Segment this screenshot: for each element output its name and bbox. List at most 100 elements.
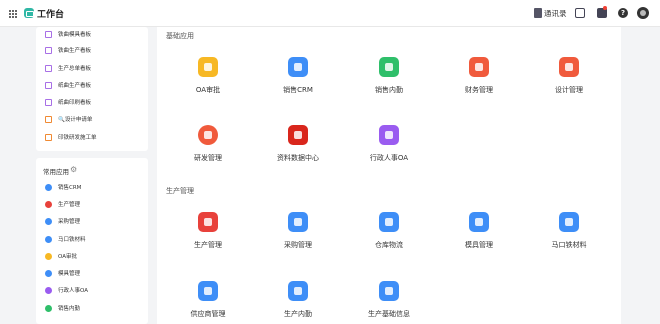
common-app-label: 生产管理 (58, 202, 81, 208)
board-item-label: 纸曲生产看板 (58, 83, 92, 89)
common-app-label: 马口铁材料 (58, 237, 86, 243)
finance-icon (469, 57, 489, 77)
group-title-production: 生产管理 (166, 187, 194, 195)
mold-icon (469, 212, 489, 232)
common-app-item[interactable]: 模具管理 (45, 266, 80, 280)
app-tile-mold[interactable]: 模具管理 (439, 212, 519, 260)
board-item[interactable]: 纸曲生产看板 (45, 78, 91, 92)
board-item[interactable]: 生产总单看板 (45, 61, 91, 75)
board-item-label: 铁曲模具看板 (58, 32, 92, 38)
common-apps-card: 常用应用 ⚙ 销售CRM 生产管理 采购管理 马口铁材料 OA审批 模具管理 行… (36, 158, 148, 324)
contacts-icon[interactable] (534, 8, 542, 18)
document-icon (45, 115, 52, 123)
tinplate-icon (559, 212, 579, 232)
app-tile-label: 马口铁材料 (551, 241, 587, 249)
contacts-link[interactable]: 通讯录 (544, 8, 567, 19)
app-grid-icon[interactable] (8, 9, 17, 18)
common-app-label: 模具管理 (58, 271, 81, 277)
app-panel: 基础应用 OA审批 销售CRM 销售内勤 财务管理 设计管理 研发管理 资料数据… (157, 27, 621, 324)
app-tile-label: 仓库物流 (375, 241, 403, 249)
rnd-icon (198, 125, 218, 145)
app-tile-label: 销售CRM (283, 86, 313, 94)
common-app-item[interactable]: 销售内勤 (45, 301, 80, 315)
notification-badge (603, 6, 607, 10)
app-tile-tinplate[interactable]: 马口铁材料 (529, 212, 609, 260)
app-tile-production-info[interactable]: 生产基础信息 (349, 281, 429, 324)
data-center-icon (288, 125, 308, 145)
app-tile-label: 生产管理 (194, 241, 222, 249)
sales-office-icon (45, 304, 52, 312)
monitor-icon (45, 46, 52, 54)
app-tile-production-office[interactable]: 生产内勤 (258, 281, 338, 324)
common-app-item[interactable]: 生产管理 (45, 197, 80, 211)
board-list-card: 铁曲模具看板 铁曲生产看板 生产总单看板 纸曲生产看板 纸曲印刷看板 🔍设计申请… (36, 27, 148, 151)
board-item[interactable]: 🔍设计申请单 (45, 112, 92, 126)
app-tile-hr[interactable]: 行政人事OA (349, 125, 429, 173)
app-tile-purchase[interactable]: 采购管理 (258, 212, 338, 260)
app-tile-label: 行政人事OA (369, 154, 409, 162)
app-tile-warehouse[interactable]: 仓库物流 (349, 212, 429, 260)
app-title: 工作台 (37, 10, 65, 20)
warehouse-icon (379, 212, 399, 232)
board-item-label: 铁曲生产看板 (58, 48, 92, 54)
app-tile-design[interactable]: 设计管理 (529, 57, 609, 105)
crm-icon (45, 183, 52, 191)
app-tile-label: 设计管理 (555, 86, 583, 94)
workbench-logo-icon (24, 8, 34, 18)
app-tile-production[interactable]: 生产管理 (168, 212, 248, 260)
app-tile-label: OA审批 (195, 86, 221, 94)
app-tile-label: 财务管理 (465, 86, 493, 94)
board-item[interactable]: 印铁研发施工单 (45, 130, 97, 144)
mold-icon (45, 269, 52, 277)
production-info-icon (379, 281, 399, 301)
board-item[interactable]: 铁曲生产看板 (45, 43, 91, 57)
group-title-basic: 基础应用 (166, 32, 194, 40)
app-tile-finance[interactable]: 财务管理 (439, 57, 519, 105)
purchase-icon (288, 212, 308, 232)
common-app-item[interactable]: 销售CRM (45, 180, 81, 194)
oa-icon (198, 57, 218, 77)
monitor-icon (45, 98, 52, 106)
app-tile-supplier[interactable]: 供应商管理 (168, 281, 248, 324)
message-icon[interactable] (575, 8, 585, 18)
user-avatar[interactable] (637, 7, 649, 19)
app-tile-oa[interactable]: OA审批 (168, 57, 248, 105)
supplier-icon (198, 281, 218, 301)
help-icon[interactable]: ? (618, 8, 628, 18)
document-icon (45, 133, 52, 141)
board-item[interactable]: 铁曲模具看板 (45, 27, 91, 41)
common-apps-title: 常用应用 (43, 168, 69, 176)
app-tile-label: 模具管理 (465, 241, 493, 249)
app-tile-label: 资料数据中心 (277, 154, 319, 162)
app-tile-label: 研发管理 (194, 154, 222, 162)
production-office-icon (288, 281, 308, 301)
common-app-item[interactable]: 行政人事OA (45, 283, 88, 297)
common-app-label: 销售CRM (58, 185, 82, 191)
app-tile-label: 销售内勤 (375, 86, 403, 94)
app-tile-sales-office[interactable]: 销售内勤 (349, 57, 429, 105)
board-item-label: 生产总单看板 (58, 66, 92, 72)
board-item-label: 印铁研发施工单 (58, 135, 97, 141)
app-tile-rnd[interactable]: 研发管理 (168, 125, 248, 173)
top-bar: 工作台 通讯录 ? (0, 0, 660, 27)
app-tile-label: 生产内勤 (284, 310, 312, 318)
app-tile-label: 供应商管理 (190, 310, 226, 318)
board-item[interactable]: 纸曲印刷看板 (45, 95, 91, 109)
oa-icon (45, 252, 52, 260)
board-item-label: 🔍设计申请单 (58, 117, 93, 123)
common-app-label: 行政人事OA (58, 288, 88, 294)
sales-office-icon (379, 57, 399, 77)
common-app-item[interactable]: 采购管理 (45, 214, 80, 228)
common-app-item[interactable]: 马口铁材料 (45, 232, 86, 246)
app-tile-label: 生产基础信息 (368, 310, 410, 318)
production-icon (45, 200, 52, 208)
common-app-label: 销售内勤 (58, 306, 81, 312)
app-tile-data-center[interactable]: 资料数据中心 (258, 125, 338, 173)
crm-icon (288, 57, 308, 77)
app-tile-crm[interactable]: 销售CRM (258, 57, 338, 105)
monitor-icon (45, 81, 52, 89)
hr-icon (45, 286, 52, 294)
settings-gear-icon[interactable]: ⚙ (70, 166, 77, 174)
common-app-item[interactable]: OA审批 (45, 249, 77, 263)
hr-icon (379, 125, 399, 145)
